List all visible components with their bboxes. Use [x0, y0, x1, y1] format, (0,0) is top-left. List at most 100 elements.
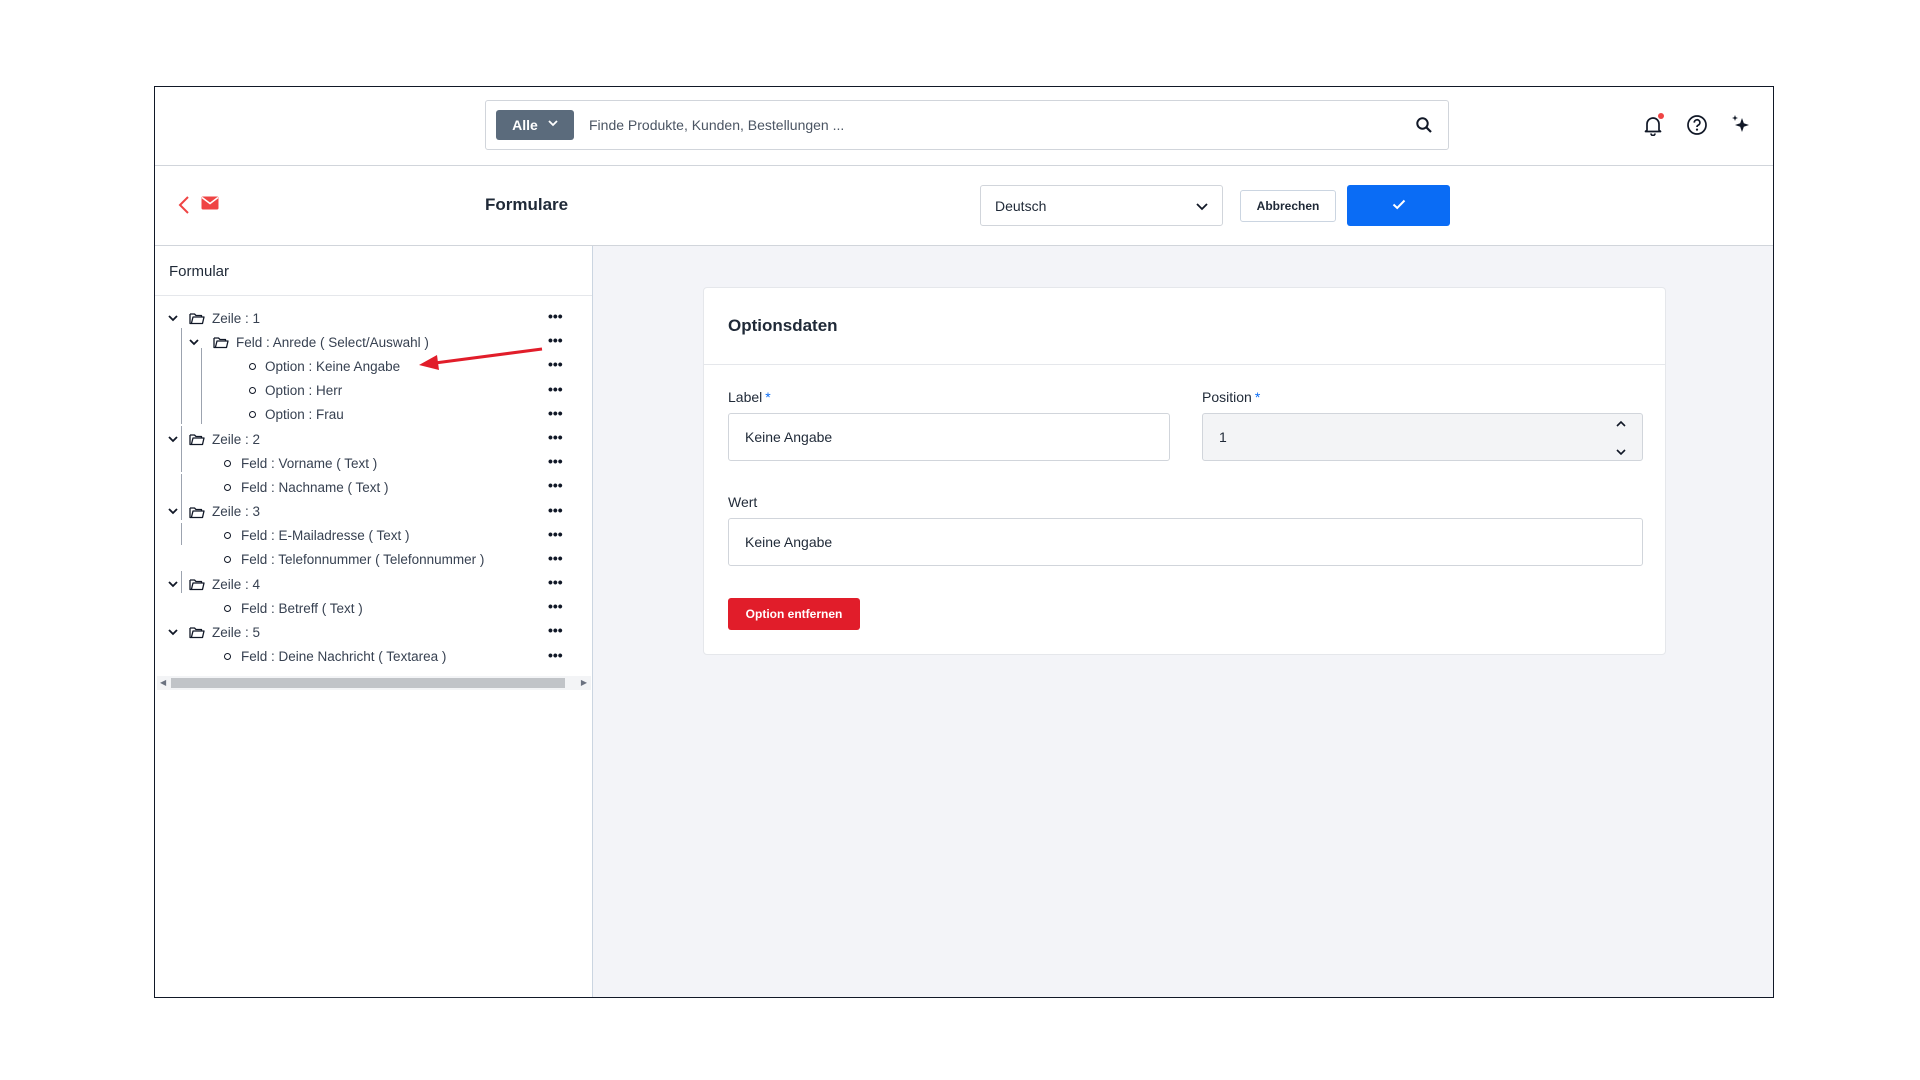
more-options-icon[interactable]: ••• [548, 430, 563, 444]
more-options-icon[interactable]: ••• [548, 648, 563, 662]
tree-item-label: Feld : E-Mailadresse ( Text ) [241, 528, 410, 544]
tree-item-label: Feld : Deine Nachricht ( Textarea ) [241, 649, 447, 665]
tree-option-item[interactable]: Option : Frau ••• [155, 403, 592, 427]
scrollbar-thumb[interactable] [171, 678, 565, 688]
tree-row-group[interactable]: Zeile : 4 ••• [155, 572, 592, 596]
tree-option-item[interactable]: Option : Herr ••• [155, 379, 592, 403]
required-mark: * [765, 389, 771, 405]
position-value: 1 [1219, 429, 1227, 445]
bullet-icon [224, 653, 231, 661]
save-button[interactable] [1347, 185, 1450, 226]
cancel-button[interactable]: Abbrechen [1240, 190, 1336, 222]
chevron-down-icon[interactable] [167, 506, 179, 518]
notification-dot [1658, 113, 1664, 119]
position-input[interactable]: 1 [1202, 413, 1643, 461]
more-options-icon[interactable]: ••• [548, 309, 563, 323]
folder-icon [189, 433, 205, 447]
folder-icon [189, 312, 205, 326]
top-icons [1641, 113, 1753, 137]
bullet-icon [249, 362, 256, 370]
more-options-icon[interactable]: ••• [548, 527, 563, 541]
chevron-down-icon [548, 118, 558, 130]
tree-field-item[interactable]: Feld : Nachname ( Text ) ••• [155, 475, 592, 499]
back-icon[interactable] [175, 194, 195, 216]
label-input[interactable]: Keine Angabe [728, 413, 1170, 461]
tree-item-label: Feld : Vorname ( Text ) [241, 455, 378, 471]
tree-row-group[interactable]: Zeile : 1 ••• [155, 306, 592, 330]
more-options-icon[interactable]: ••• [548, 357, 563, 371]
tree-field-item[interactable]: Feld : Betreff ( Text ) ••• [155, 596, 592, 620]
search-icon[interactable] [1400, 116, 1448, 134]
horizontal-scrollbar[interactable]: ◀ ▶ [157, 676, 591, 690]
app-window: Alle Finde Produkte, Kunden, Bestellunge… [154, 86, 1774, 998]
chevron-up-icon[interactable] [1615, 420, 1627, 428]
position-field-label: Position * [1202, 389, 1260, 405]
more-options-icon[interactable]: ••• [548, 382, 563, 396]
tree-item-label: Option : Keine Angabe [265, 358, 401, 374]
more-options-icon[interactable]: ••• [548, 406, 563, 420]
value-input[interactable]: Keine Angabe [728, 518, 1643, 566]
position-field-label-text: Position [1202, 389, 1252, 405]
page-header: Formulare Deutsch Abbrechen [155, 166, 1773, 246]
search-scope-label: Alle [512, 117, 538, 133]
chevron-down-icon[interactable] [167, 627, 179, 639]
card-title: Optionsdaten [704, 288, 1665, 365]
label-field-label-text: Label [728, 389, 763, 405]
tree-field-item[interactable]: Feld : Vorname ( Text ) ••• [155, 451, 592, 475]
position-stepper[interactable] [1614, 420, 1628, 456]
check-icon [1392, 197, 1406, 215]
sparkle-icon[interactable] [1729, 113, 1753, 137]
tree-row-group[interactable]: Zeile : 2 ••• [155, 427, 592, 451]
chevron-down-icon[interactable] [167, 312, 179, 324]
more-options-icon[interactable]: ••• [548, 503, 563, 517]
tree-field-item[interactable]: Feld : E-Mailadresse ( Text ) ••• [155, 524, 592, 548]
tree-item-label: Zeile : 3 [212, 504, 261, 520]
search-scope-dropdown[interactable]: Alle [496, 110, 574, 140]
more-options-icon[interactable]: ••• [548, 623, 563, 637]
more-options-icon[interactable]: ••• [548, 575, 563, 589]
search-input[interactable]: Finde Produkte, Kunden, Bestellungen ... [589, 117, 1400, 133]
form-structure-panel: Formular Zeile : 1 ••• Feld : Anrede ( Sel… [155, 246, 593, 997]
detail-panel: Optionsdaten Label * Keine Angabe Positio… [593, 246, 1773, 997]
folder-icon [213, 336, 229, 350]
chevron-down-icon[interactable] [1615, 448, 1627, 456]
bullet-icon [224, 556, 231, 564]
bullet-icon [224, 459, 231, 467]
tree-item-label: Zeile : 5 [212, 625, 261, 641]
required-mark: * [1254, 389, 1261, 405]
more-options-icon[interactable]: ••• [548, 551, 563, 565]
tree-field-item[interactable]: Feld : Telefonnummer ( Telefonnummer ) ••… [155, 548, 592, 572]
bullet-icon [224, 604, 231, 612]
panel-title: Formular [155, 246, 592, 296]
tree-item-label: Zeile : 4 [212, 576, 261, 592]
help-icon[interactable] [1685, 113, 1709, 137]
scroll-left-icon[interactable]: ◀ [160, 678, 166, 687]
label-field-label: Label * [728, 389, 771, 405]
chevron-down-icon[interactable] [188, 336, 200, 348]
more-options-icon[interactable]: ••• [548, 599, 563, 613]
bullet-icon [249, 411, 256, 419]
tree-row-group[interactable]: Zeile : 5 ••• [155, 620, 592, 644]
remove-option-button[interactable]: Option entfernen [728, 598, 860, 630]
language-select[interactable]: Deutsch [980, 185, 1223, 226]
more-options-icon[interactable]: ••• [548, 454, 563, 468]
chevron-down-icon[interactable] [167, 433, 179, 445]
more-options-icon[interactable]: ••• [548, 333, 563, 347]
top-bar: Alle Finde Produkte, Kunden, Bestellunge… [155, 87, 1773, 166]
folder-icon [189, 626, 205, 640]
tree-item-label: Feld : Telefonnummer ( Telefonnummer ) [241, 552, 485, 568]
scroll-right-icon[interactable]: ▶ [581, 678, 587, 687]
chevron-down-icon[interactable] [167, 578, 179, 590]
more-options-icon[interactable]: ••• [548, 478, 563, 492]
tree-item-label: Feld : Betreff ( Text ) [241, 600, 363, 616]
bell-icon[interactable] [1641, 113, 1665, 137]
tree-item-label: Feld : Anrede ( Select/Auswahl ) [236, 334, 429, 350]
tree-item-label: Option : Herr [265, 383, 343, 399]
global-search: Alle Finde Produkte, Kunden, Bestellunge… [485, 100, 1449, 150]
tree-field-item[interactable]: Feld : Deine Nachricht ( Textarea ) ••• [155, 645, 592, 669]
tree-item-label: Zeile : 2 [212, 431, 261, 447]
bullet-icon [224, 532, 231, 540]
language-select-value: Deutsch [995, 197, 1047, 214]
tree-row-group[interactable]: Zeile : 3 ••• [155, 500, 592, 524]
option-data-card: Optionsdaten Label * Keine Angabe Positio… [703, 287, 1666, 655]
